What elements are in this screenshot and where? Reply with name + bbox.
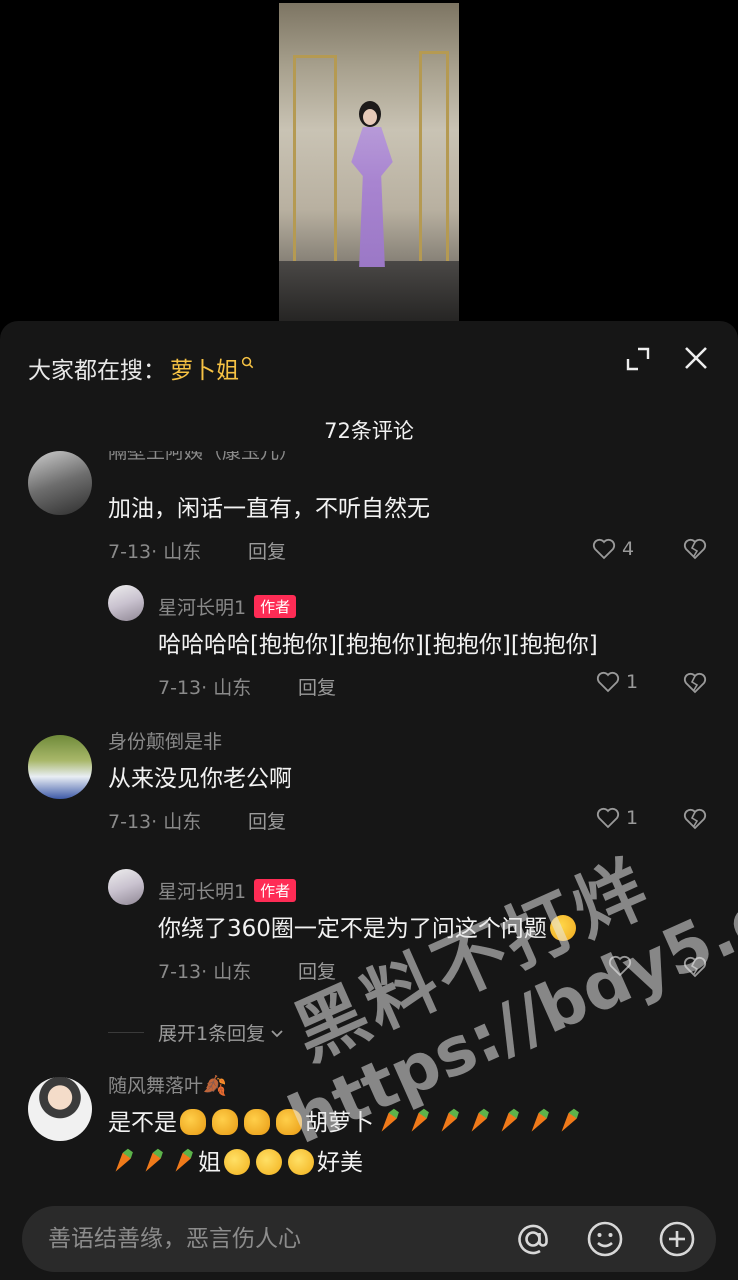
like-button[interactable]: 4 bbox=[592, 538, 634, 560]
author-badge: 作者 bbox=[254, 595, 297, 618]
carrot-emoji-icon bbox=[497, 1107, 520, 1134]
expand-replies-button[interactable]: 展开1条回复 bbox=[108, 1019, 285, 1046]
reply-button[interactable]: 回复 bbox=[248, 537, 286, 564]
expand-icon[interactable] bbox=[624, 345, 652, 373]
dislike-icon[interactable] bbox=[682, 807, 708, 831]
clap-emoji-icon bbox=[180, 1109, 206, 1135]
person-face bbox=[363, 109, 377, 125]
emoji-icon[interactable] bbox=[584, 1218, 626, 1260]
reply-username[interactable]: 星河长明1 作者 bbox=[158, 877, 297, 904]
comment-username[interactable]: 隔壁王阿姨（康玉儿） bbox=[108, 451, 298, 464]
comment-text: 姐 好美 bbox=[108, 1143, 363, 1177]
comment-meta: 7-13· 山东 bbox=[108, 541, 202, 563]
reply-text: 哈哈哈哈[抱抱你][抱抱你][抱抱你][抱抱你] bbox=[158, 632, 598, 658]
avatar[interactable] bbox=[28, 451, 92, 515]
carrot-emoji-icon bbox=[377, 1107, 400, 1134]
comment-input[interactable] bbox=[48, 1220, 488, 1258]
person-figure bbox=[351, 127, 393, 267]
video-thumbnail[interactable] bbox=[279, 3, 459, 321]
avatar[interactable] bbox=[28, 1077, 92, 1141]
like-count: 1 bbox=[626, 671, 639, 693]
reply-button[interactable]: 回复 bbox=[298, 957, 336, 984]
carrot-emoji-icon bbox=[141, 1147, 164, 1174]
comment-meta: 7-13· 山东 bbox=[108, 811, 202, 833]
reply-username[interactable]: 星河长明1 作者 bbox=[158, 593, 297, 620]
carrot-emoji-icon bbox=[557, 1107, 580, 1134]
carrot-emoji-icon bbox=[111, 1147, 134, 1174]
laughing-emoji-icon bbox=[224, 1149, 250, 1175]
like-button[interactable]: 1 bbox=[596, 807, 638, 829]
avatar[interactable] bbox=[28, 735, 92, 799]
avatar[interactable] bbox=[108, 869, 144, 905]
comment-list[interactable]: 隔壁王阿姨（康玉儿） 加油，闲话一直有，不听自然无 7-13· 山东 回复 4 … bbox=[0, 451, 738, 1191]
reply-button[interactable]: 回复 bbox=[248, 807, 286, 834]
like-count: 1 bbox=[626, 807, 639, 829]
door-frame-left bbox=[293, 55, 337, 270]
door-frame-right bbox=[419, 51, 449, 273]
laughing-emoji-icon bbox=[256, 1149, 282, 1175]
carrot-emoji-icon bbox=[527, 1107, 550, 1134]
reply-text-body: 你绕了360圈一定不是为了问这个问题 bbox=[158, 916, 547, 942]
carrot-emoji-icon bbox=[437, 1107, 460, 1134]
dislike-icon[interactable] bbox=[682, 537, 708, 561]
close-icon[interactable] bbox=[682, 344, 710, 372]
reply-button[interactable]: 回复 bbox=[298, 673, 336, 700]
mention-at-icon[interactable] bbox=[512, 1218, 554, 1260]
divider bbox=[108, 1032, 144, 1033]
comment-count: 72条评论 bbox=[324, 419, 414, 443]
comment-username[interactable]: 身份颠倒是非 bbox=[108, 727, 222, 754]
carrot-emoji-icon bbox=[467, 1107, 490, 1134]
heart-icon bbox=[592, 538, 616, 560]
like-button[interactable] bbox=[608, 955, 632, 977]
comment-text-part: 姐 bbox=[198, 1150, 221, 1176]
avatar[interactable] bbox=[108, 585, 144, 621]
dislike-icon[interactable] bbox=[682, 955, 708, 979]
comment-text-part: 好美 bbox=[317, 1150, 363, 1176]
carrot-emoji-icon bbox=[171, 1147, 194, 1174]
reply-meta: 7-13· 山东 bbox=[158, 961, 252, 983]
like-button[interactable]: 1 bbox=[596, 671, 638, 693]
clap-emoji-icon bbox=[276, 1109, 302, 1135]
comment-text: 是不是 胡萝卜 bbox=[108, 1103, 584, 1137]
heart-icon bbox=[596, 807, 620, 829]
comment-text: 加油，闲话一直有，不听自然无 bbox=[108, 496, 430, 522]
comment-text: 从来没见你老公啊 bbox=[108, 766, 292, 792]
reply-meta: 7-13· 山东 bbox=[158, 677, 252, 699]
like-count: 4 bbox=[622, 538, 635, 560]
comment-text-part: 胡萝卜 bbox=[305, 1110, 374, 1136]
comment-input-bar bbox=[22, 1206, 716, 1272]
search-suggestion[interactable]: 大家都在搜： 萝卜姐 bbox=[28, 351, 254, 385]
video-floor bbox=[279, 261, 459, 321]
comments-panel: 大家都在搜： 萝卜姐 72条评论 隔壁王阿姨（康玉儿） 加油，闲话一直有，不听自… bbox=[0, 321, 738, 1280]
comment-username[interactable]: 随风舞落叶🍂 bbox=[108, 1071, 227, 1098]
search-prefix: 大家都在搜： bbox=[28, 358, 166, 384]
expand-replies-label: 展开1条回复 bbox=[158, 1023, 266, 1045]
search-term[interactable]: 萝卜姐 bbox=[170, 351, 239, 385]
comment-text-part: 是不是 bbox=[108, 1110, 177, 1136]
reply-username-text: 星河长明1 bbox=[158, 881, 247, 903]
heart-icon bbox=[608, 955, 632, 977]
search-icon bbox=[241, 356, 254, 368]
thinking-emoji-icon bbox=[549, 915, 576, 941]
laughing-emoji-icon bbox=[288, 1149, 314, 1175]
author-badge: 作者 bbox=[254, 879, 297, 902]
reply-username-text: 星河长明1 bbox=[158, 597, 247, 619]
clap-emoji-icon bbox=[212, 1109, 238, 1135]
reply-text: 你绕了360圈一定不是为了问这个问题 bbox=[158, 909, 579, 943]
add-icon[interactable] bbox=[656, 1218, 698, 1260]
heart-icon bbox=[596, 671, 620, 693]
carrot-emoji-icon bbox=[407, 1107, 430, 1134]
dislike-icon[interactable] bbox=[682, 671, 708, 695]
chevron-down-icon bbox=[271, 1029, 283, 1037]
clap-emoji-icon bbox=[244, 1109, 270, 1135]
